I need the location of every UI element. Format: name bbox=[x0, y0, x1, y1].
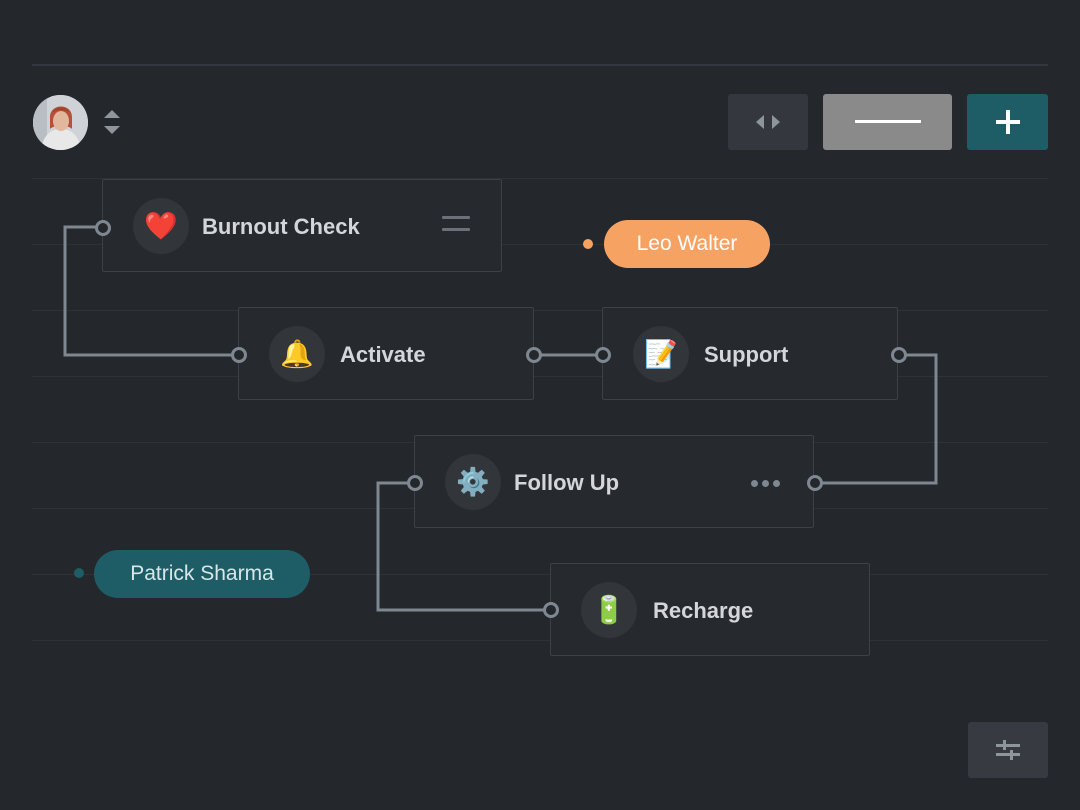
node-label: Activate bbox=[340, 342, 426, 367]
port-follow-up-in[interactable] bbox=[407, 475, 423, 491]
bell-icon: 🔔 bbox=[269, 326, 325, 382]
port-support-in[interactable] bbox=[595, 347, 611, 363]
battery-icon: 🔋 bbox=[581, 582, 637, 638]
port-recharge-in[interactable] bbox=[543, 602, 559, 618]
filter-settings-button[interactable] bbox=[968, 722, 1048, 778]
node-follow-up[interactable]: ⚙️ Follow Up bbox=[414, 435, 814, 528]
assignee-pill-patrick-sharma[interactable]: Patrick Sharma bbox=[94, 550, 310, 598]
avatar[interactable] bbox=[33, 95, 88, 150]
code-arrows-icon bbox=[756, 115, 780, 129]
node-label: Burnout Check bbox=[202, 214, 360, 239]
add-button[interactable] bbox=[967, 94, 1048, 150]
heart-icon: ❤️ bbox=[133, 198, 189, 254]
drag-handle-icon[interactable] bbox=[442, 216, 470, 234]
node-label: Recharge bbox=[653, 598, 754, 623]
node-label: Follow Up bbox=[514, 470, 620, 495]
minus-line-icon bbox=[854, 120, 921, 123]
port-follow-up-out[interactable] bbox=[807, 475, 823, 491]
node-activate[interactable]: 🔔 Activate bbox=[238, 307, 534, 400]
port-support-out[interactable] bbox=[891, 347, 907, 363]
sliders-icon bbox=[996, 740, 1020, 760]
sort-toggle-icon[interactable] bbox=[102, 108, 122, 136]
assignee-pill-leo-walter[interactable]: Leo Walter bbox=[604, 220, 770, 268]
avatar-portrait bbox=[33, 95, 88, 150]
more-options-icon[interactable] bbox=[751, 480, 780, 487]
gear-icon: ⚙️ bbox=[445, 454, 501, 510]
node-label: Support bbox=[704, 342, 789, 367]
plus-icon bbox=[995, 110, 1020, 134]
node-support[interactable]: 📝 Support bbox=[602, 307, 898, 400]
port-burnout-check-in[interactable] bbox=[95, 220, 111, 236]
node-burnout-check[interactable]: ❤️ Burnout Check bbox=[102, 179, 502, 272]
minus-button[interactable] bbox=[823, 94, 952, 150]
assignee-dot bbox=[583, 239, 593, 249]
assignee-name: Leo Walter bbox=[636, 232, 738, 255]
node-recharge[interactable]: 🔋 Recharge bbox=[550, 563, 870, 656]
assignee-name: Patrick Sharma bbox=[130, 562, 274, 585]
assignee-dot bbox=[74, 568, 84, 578]
memo-icon: 📝 bbox=[633, 326, 689, 382]
port-activate-out[interactable] bbox=[526, 347, 542, 363]
collapse-expand-button[interactable] bbox=[728, 94, 808, 150]
port-activate-in[interactable] bbox=[231, 347, 247, 363]
